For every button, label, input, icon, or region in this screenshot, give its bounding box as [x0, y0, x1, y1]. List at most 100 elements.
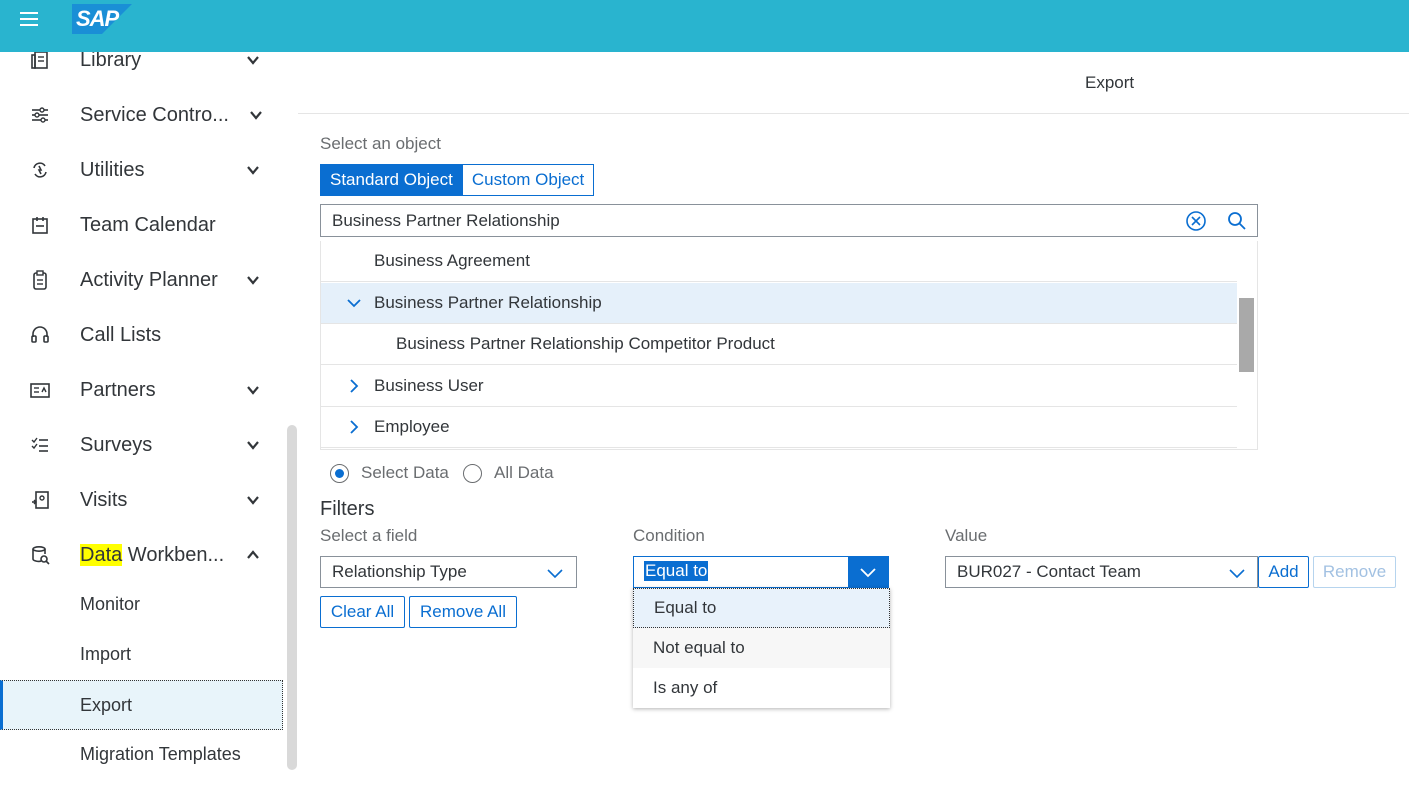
- condition-select[interactable]: Equal to: [633, 556, 889, 588]
- clear-all-button[interactable]: Clear All: [320, 596, 405, 628]
- search-input-value: Business Partner Relationship: [332, 211, 560, 230]
- title-divider: [298, 113, 1409, 114]
- tree-row-label: Business Agreement: [374, 251, 530, 270]
- sidebar-item-data-workbench[interactable]: Data Workben...: [0, 530, 283, 580]
- chevron-down-icon: [547, 569, 563, 579]
- sidebar-item-utilities[interactable]: Utilities: [0, 145, 283, 195]
- filters-title: Filters: [320, 498, 375, 520]
- survey-icon: [29, 434, 51, 456]
- sidebar-item-label: Call Lists: [80, 323, 162, 346]
- object-tree: Business Agreement Business Partner Rela…: [320, 241, 1258, 450]
- sidebar-item-label: Utilities: [80, 158, 145, 181]
- radio-label: Select Data: [361, 463, 449, 482]
- tree-row[interactable]: Business Partner Relationship Competitor…: [321, 324, 1237, 365]
- tree-row[interactable]: Business Partner Relationship: [321, 283, 1237, 324]
- radio-button[interactable]: [463, 463, 482, 483]
- sidebar-subitem-label: Migration Templates: [80, 743, 241, 764]
- utilities-icon: [29, 159, 51, 181]
- sidebar-subitem-monitor[interactable]: Monitor: [0, 580, 283, 628]
- select-data-radio[interactable]: Select Data: [330, 462, 449, 484]
- side-navigation: Library Service Contro... Utilities Team…: [0, 52, 298, 789]
- sidebar-item-activity-planner[interactable]: Activity Planner: [0, 255, 283, 305]
- value-label: Value: [945, 526, 988, 545]
- tree-scrollbar-thumb[interactable]: [1239, 298, 1254, 372]
- chevron-right-icon[interactable]: [347, 379, 361, 393]
- dropdown-option[interactable]: Not equal to: [633, 628, 890, 668]
- standard-object-button[interactable]: Standard Object: [320, 164, 463, 196]
- custom-object-button[interactable]: Custom Object: [462, 164, 595, 196]
- condition-select-value: Equal to: [644, 561, 709, 581]
- sidebar-item-label: Visits: [80, 488, 128, 511]
- chevron-down-icon[interactable]: [249, 108, 263, 122]
- all-data-radio[interactable]: All Data: [463, 462, 554, 484]
- option-label: Is any of: [653, 678, 718, 697]
- hamburger-icon[interactable]: [20, 12, 38, 26]
- headset-icon: [29, 324, 51, 346]
- sidebar-item-label: Activity Planner: [80, 268, 218, 291]
- sidebar-scrollbar[interactable]: [287, 425, 297, 770]
- sidebar-item-surveys[interactable]: Surveys: [0, 420, 283, 470]
- sidebar-item-label: Data Workben...: [80, 543, 225, 566]
- select-object-label: Select an object: [320, 134, 441, 153]
- tree-row-label: Employee: [374, 417, 450, 436]
- sidebar-subitem-label: Export: [80, 694, 133, 715]
- sidebar-item-team-calendar[interactable]: Team Calendar: [0, 200, 283, 250]
- search-icon[interactable]: [1226, 210, 1248, 232]
- sidebar-item-partners[interactable]: Partners: [0, 365, 283, 415]
- chevron-down-icon: [860, 568, 876, 578]
- add-button[interactable]: Add: [1258, 556, 1309, 588]
- sidebar-item-label: Team Calendar: [80, 213, 216, 236]
- page-title: Export: [1085, 73, 1135, 92]
- sap-logo[interactable]: SAP: [72, 4, 132, 34]
- sidebar-item-call-lists[interactable]: Call Lists: [0, 310, 283, 360]
- tree-row-label: Business Partner Relationship: [374, 293, 602, 312]
- chevron-down-icon[interactable]: [246, 53, 260, 67]
- chevron-down-icon[interactable]: [246, 163, 260, 177]
- option-label: Equal to: [654, 598, 717, 617]
- condition-dropdown-button[interactable]: [848, 557, 888, 587]
- tree-row[interactable]: Employee: [321, 407, 1237, 448]
- sidebar-subitem-migration-templates[interactable]: Migration Templates: [0, 730, 283, 778]
- condition-label: Condition: [633, 526, 705, 545]
- clear-icon[interactable]: [1185, 210, 1207, 232]
- field-select[interactable]: Relationship Type: [320, 556, 577, 588]
- object-search-input[interactable]: Business Partner Relationship: [320, 204, 1258, 237]
- dropdown-option[interactable]: Equal to: [633, 588, 890, 628]
- object-type-segmented-button: Standard Object Custom Object: [320, 164, 595, 196]
- sidebar-item-library[interactable]: Library: [0, 52, 283, 85]
- chevron-down-icon[interactable]: [246, 273, 260, 287]
- sidebar-item-visits[interactable]: Visits: [0, 475, 283, 525]
- chevron-down-icon[interactable]: [246, 383, 260, 397]
- chevron-down-icon[interactable]: [347, 296, 361, 310]
- sidebar-subitem-label: Import: [80, 643, 132, 664]
- sidebar-subitem-import[interactable]: Import: [0, 630, 283, 678]
- sidebar-subitem-export[interactable]: Export: [0, 680, 283, 730]
- chevron-down-icon[interactable]: [246, 493, 260, 507]
- calendar-icon: [29, 214, 51, 236]
- dropdown-option[interactable]: Is any of: [633, 668, 890, 708]
- field-select-value: Relationship Type: [332, 562, 467, 581]
- chevron-right-icon[interactable]: [347, 420, 361, 434]
- option-label: Not equal to: [653, 638, 745, 657]
- condition-dropdown-list: Equal to Not equal to Is any of: [633, 588, 890, 708]
- sidebar-subitem-label: Monitor: [80, 593, 141, 614]
- sidebar-item-label: Service Contro...: [80, 103, 229, 126]
- tree-row[interactable]: Business User: [321, 366, 1237, 407]
- tree-row-label: Business Partner Relationship Competitor…: [396, 334, 775, 353]
- activity-planner-icon: [29, 269, 51, 291]
- sidebar-item-service-control[interactable]: Service Contro...: [0, 90, 283, 140]
- tree-row[interactable]: Business Agreement: [321, 241, 1237, 282]
- radio-button[interactable]: [330, 463, 349, 483]
- value-select-value: BUR027 - Contact Team: [957, 562, 1141, 581]
- library-icon: [29, 52, 51, 71]
- chevron-up-icon[interactable]: [246, 548, 260, 562]
- remove-all-button[interactable]: Remove All: [409, 596, 517, 628]
- value-select[interactable]: BUR027 - Contact Team: [945, 556, 1258, 588]
- visits-icon: [29, 489, 51, 511]
- data-workbench-icon: [29, 544, 51, 566]
- tree-row-label: Business User: [374, 376, 484, 395]
- sidebar-item-label: Partners: [80, 378, 156, 401]
- chevron-down-icon[interactable]: [246, 438, 260, 452]
- partners-icon: [29, 379, 51, 401]
- remove-button[interactable]: Remove: [1313, 556, 1396, 588]
